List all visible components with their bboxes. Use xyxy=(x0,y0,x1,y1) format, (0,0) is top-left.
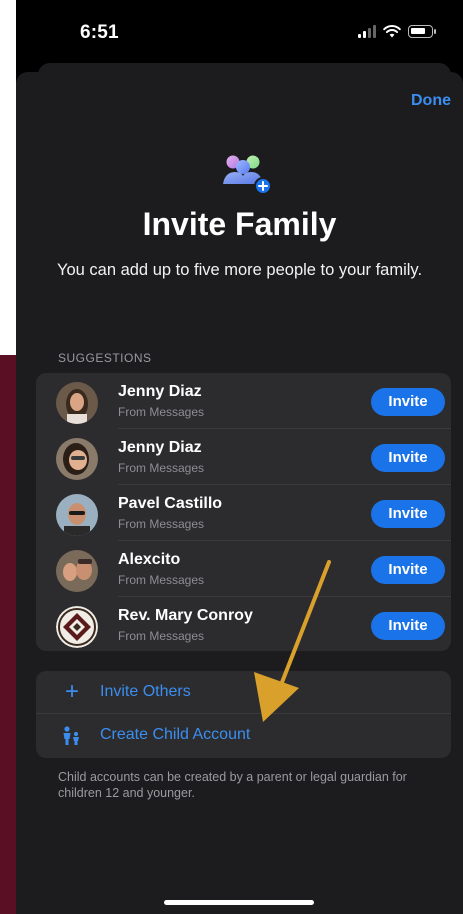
home-indicator[interactable] xyxy=(164,900,314,905)
actions-list: + Invite Others Create Child Account xyxy=(36,671,451,758)
contact-name: Rev. Mary Conroy xyxy=(118,607,253,624)
create-child-account-label: Create Child Account xyxy=(100,726,251,743)
contact-name: Alexcito xyxy=(118,551,181,568)
contact-name: Jenny Diaz xyxy=(118,439,202,456)
family-group-icon xyxy=(223,155,272,195)
avatar xyxy=(56,550,98,592)
invite-button[interactable]: Invite xyxy=(371,444,445,472)
background-white-panel xyxy=(0,0,16,355)
status-time: 6:51 xyxy=(80,22,119,43)
suggestion-row: Pavel Castillo From Messages Invite xyxy=(36,485,451,541)
status-icons xyxy=(358,24,436,38)
plus-icon: + xyxy=(64,678,79,705)
contact-source: From Messages xyxy=(118,405,205,419)
page-title: Invite Family xyxy=(142,206,337,242)
child-account-icon xyxy=(63,726,79,745)
child-account-note: Child accounts can be created by a paren… xyxy=(58,770,407,800)
contact-source: From Messages xyxy=(118,461,205,475)
done-button[interactable]: Done xyxy=(411,92,451,110)
suggestion-row: Jenny Diaz From Messages Invite xyxy=(36,429,451,485)
contact-source: From Messages xyxy=(118,629,205,643)
avatar xyxy=(56,438,98,480)
page-subtitle: You can add up to five more people to yo… xyxy=(56,261,423,279)
contact-name: Pavel Castillo xyxy=(118,495,223,512)
contact-source: From Messages xyxy=(118,573,205,587)
contact-name: Jenny Diaz xyxy=(118,383,202,400)
suggestion-row: Jenny Diaz From Messages Invite xyxy=(36,373,451,429)
create-child-account-button[interactable]: Create Child Account xyxy=(36,714,451,757)
invite-button[interactable]: Invite xyxy=(371,556,445,584)
avatar xyxy=(56,606,98,648)
avatar xyxy=(56,494,98,536)
invite-family-sheet: Done Invite Family You can add up to fiv… xyxy=(16,72,463,914)
battery-icon xyxy=(408,24,436,38)
invite-others-button[interactable]: + Invite Others xyxy=(36,671,451,714)
invite-button[interactable]: Invite xyxy=(371,612,445,640)
contact-source: From Messages xyxy=(118,517,205,531)
avatar xyxy=(56,382,98,424)
suggestion-row: Rev. Mary Conroy From Messages Invite xyxy=(36,597,451,651)
phone-screen: 6:51 Done Invite Family You can add up t… xyxy=(16,0,463,914)
suggestion-row: Alexcito From Messages Invite xyxy=(36,541,451,597)
invite-button[interactable]: Invite xyxy=(371,388,445,416)
wifi-icon xyxy=(383,25,401,38)
invite-others-label: Invite Others xyxy=(100,683,191,700)
status-bar: 6:51 xyxy=(16,0,463,62)
invite-button[interactable]: Invite xyxy=(371,500,445,528)
suggestions-list: Jenny Diaz From Messages Invite Jenny Di… xyxy=(36,373,451,651)
cellular-signal-icon xyxy=(358,24,376,38)
suggestions-header: SUGGESTIONS xyxy=(58,351,152,365)
